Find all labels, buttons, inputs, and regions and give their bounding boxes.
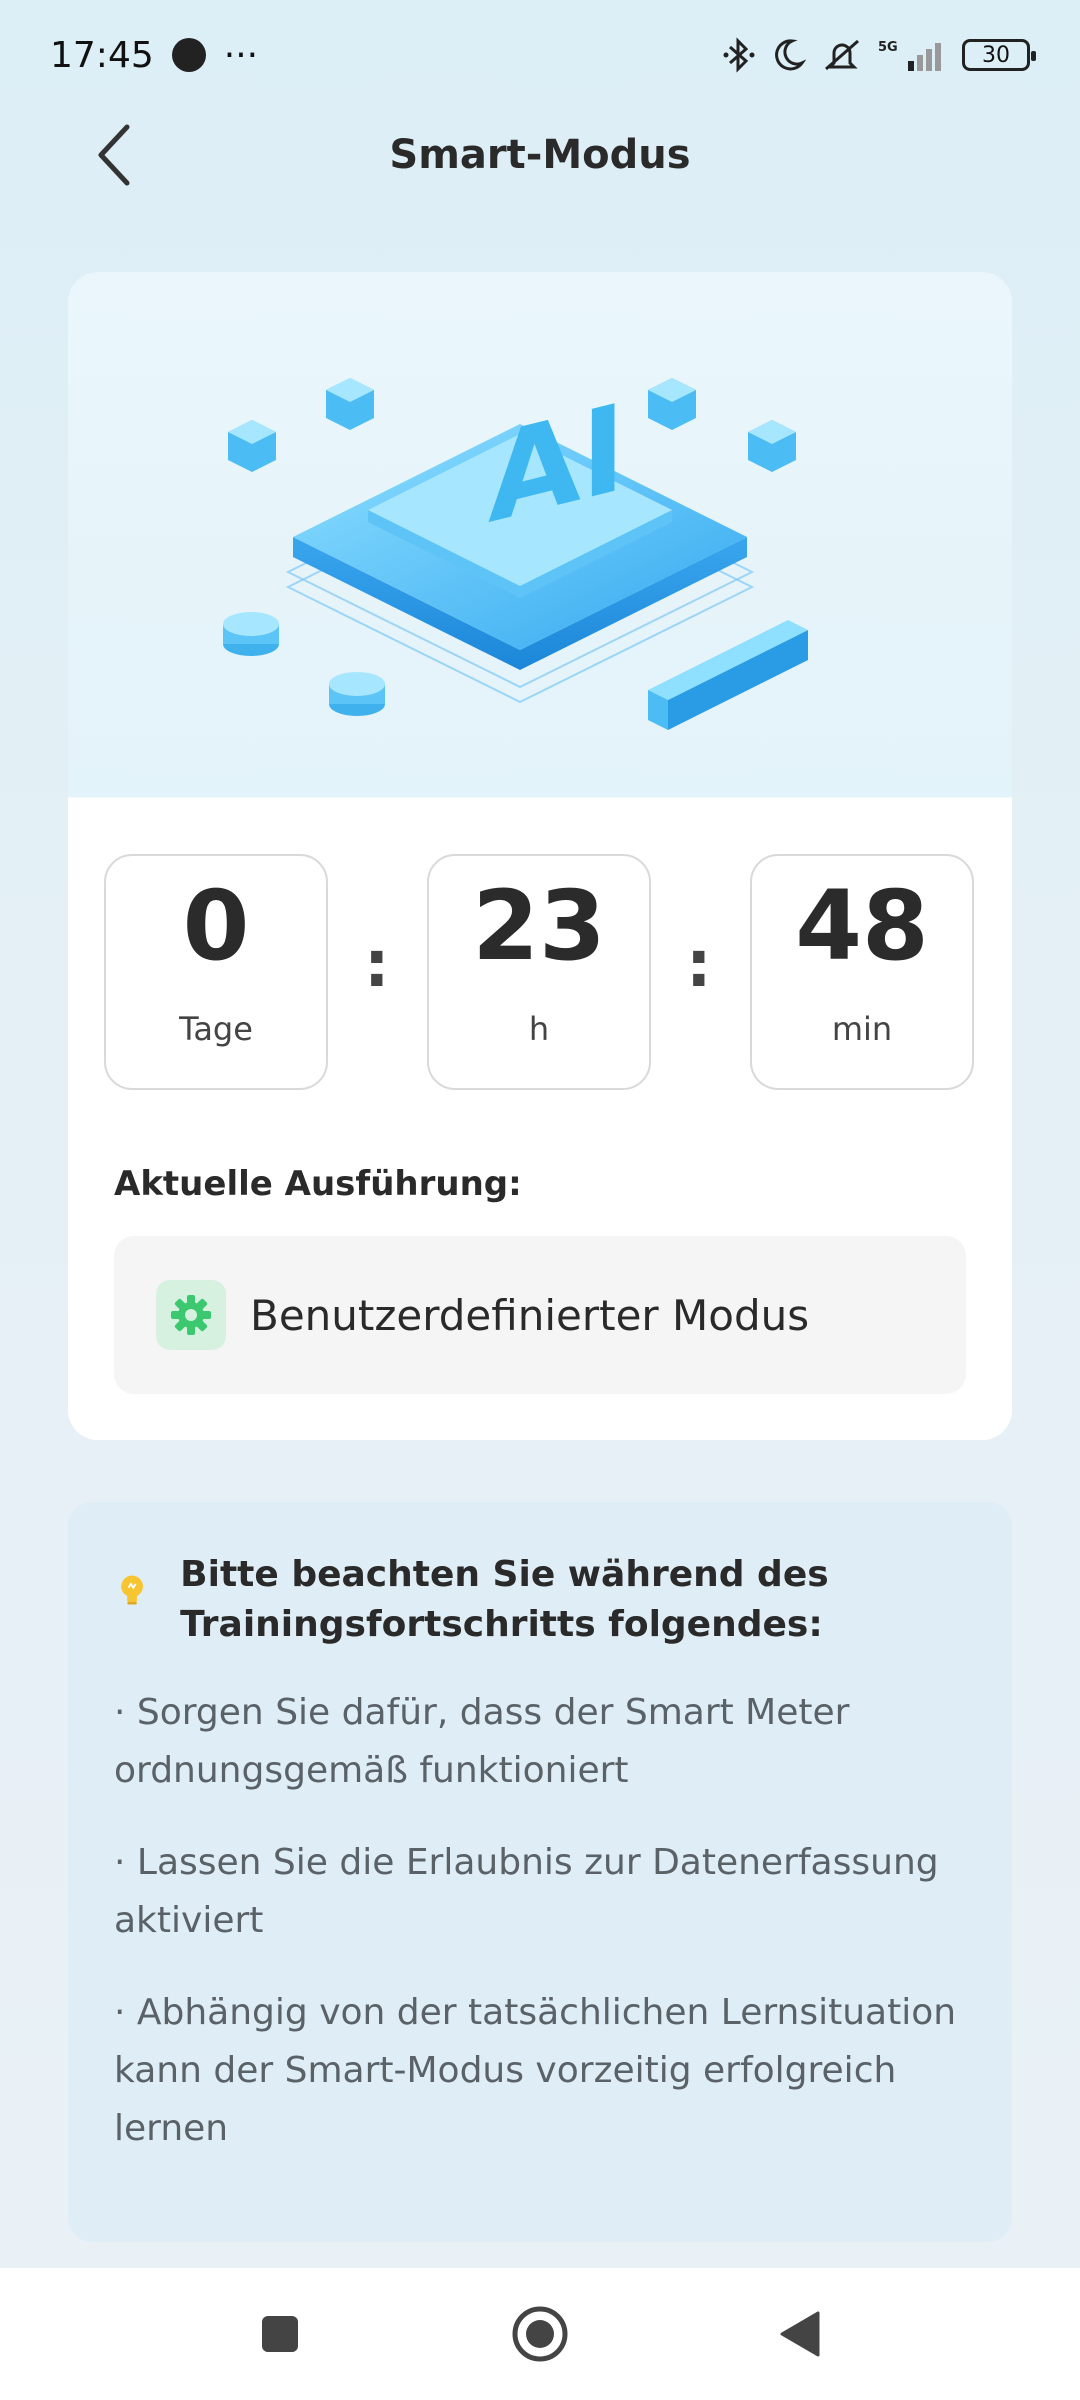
home-button[interactable] (510, 2304, 570, 2364)
signal-5g-icon: 5G (878, 40, 941, 71)
note-item: · Sorgen Sie dafür, dass der Smart Meter… (114, 1692, 850, 1791)
system-navigation-bar (0, 2268, 1080, 2400)
timer-separator: : (364, 928, 390, 1002)
battery-icon: 30 (962, 39, 1036, 71)
bluetooth-icon (723, 37, 755, 73)
system-back-button[interactable] (770, 2304, 830, 2364)
training-notes-card: Bitte beachten Sie während des Trainings… (68, 1502, 1012, 2242)
status-time: 17:45 (50, 34, 154, 76)
training-status-card: AI 0 Tage : 23 h: 48 min Aktuelle Ausfü… (68, 272, 1012, 1440)
custom-mode-gear-icon (156, 1280, 226, 1350)
notification-dot-icon (171, 38, 206, 72)
current-execution-label: Aktuelle Ausführung: (114, 1164, 522, 1204)
recent-apps-button[interactable] (250, 2304, 310, 2364)
more-notifications-icon: ··· (223, 34, 259, 76)
note-item: · Abhängig von der tatsächlichen Lernsit… (114, 1992, 957, 2149)
note-item: · Lassen Sie die Erlaubnis zur Datenerfa… (114, 1842, 939, 1941)
square-icon (262, 2316, 298, 2352)
page-title: Smart-Modus (389, 132, 691, 178)
lightbulb-icon (121, 1575, 143, 1605)
vibrate-mute-icon (825, 39, 859, 71)
app-header: Smart-Modus (0, 110, 1080, 200)
hours-box: 23 h (427, 854, 651, 1090)
current-mode-name: Benutzerdefinierter Modus (250, 1290, 810, 1340)
days-box: 0 Tage (104, 854, 328, 1090)
hours-unit: h (528, 1010, 550, 1048)
current-mode-box[interactable]: Benutzerdefinierter Modus (114, 1236, 966, 1394)
days-value: 0 (182, 870, 250, 982)
ai-chip-illustration: AI (223, 377, 808, 730)
minutes-value: 48 (795, 870, 929, 982)
minutes-unit: min (831, 1010, 893, 1048)
hours-value: 23 (472, 870, 606, 982)
minutes-box: 48 min (750, 854, 974, 1090)
countdown-timer: 0 Tage : 23 h : 48 min Aktuelle Ausführu… (68, 808, 1012, 1440)
battery-level: 30 (982, 42, 1010, 68)
days-unit: Tage (179, 1010, 253, 1048)
circle-home-icon (512, 2306, 568, 2362)
do-not-disturb-moon-icon (775, 39, 806, 71)
chevron-left-icon (98, 124, 130, 186)
timer-separator: : (686, 928, 712, 1002)
triangle-back-icon (780, 2311, 820, 2357)
back-button[interactable] (80, 120, 150, 190)
notes-title: Bitte beachten Sie während des Trainings… (180, 1554, 829, 1645)
status-bar: 17:45 ··· 5G 30 (0, 0, 1080, 110)
network-label: 5G (878, 40, 898, 55)
